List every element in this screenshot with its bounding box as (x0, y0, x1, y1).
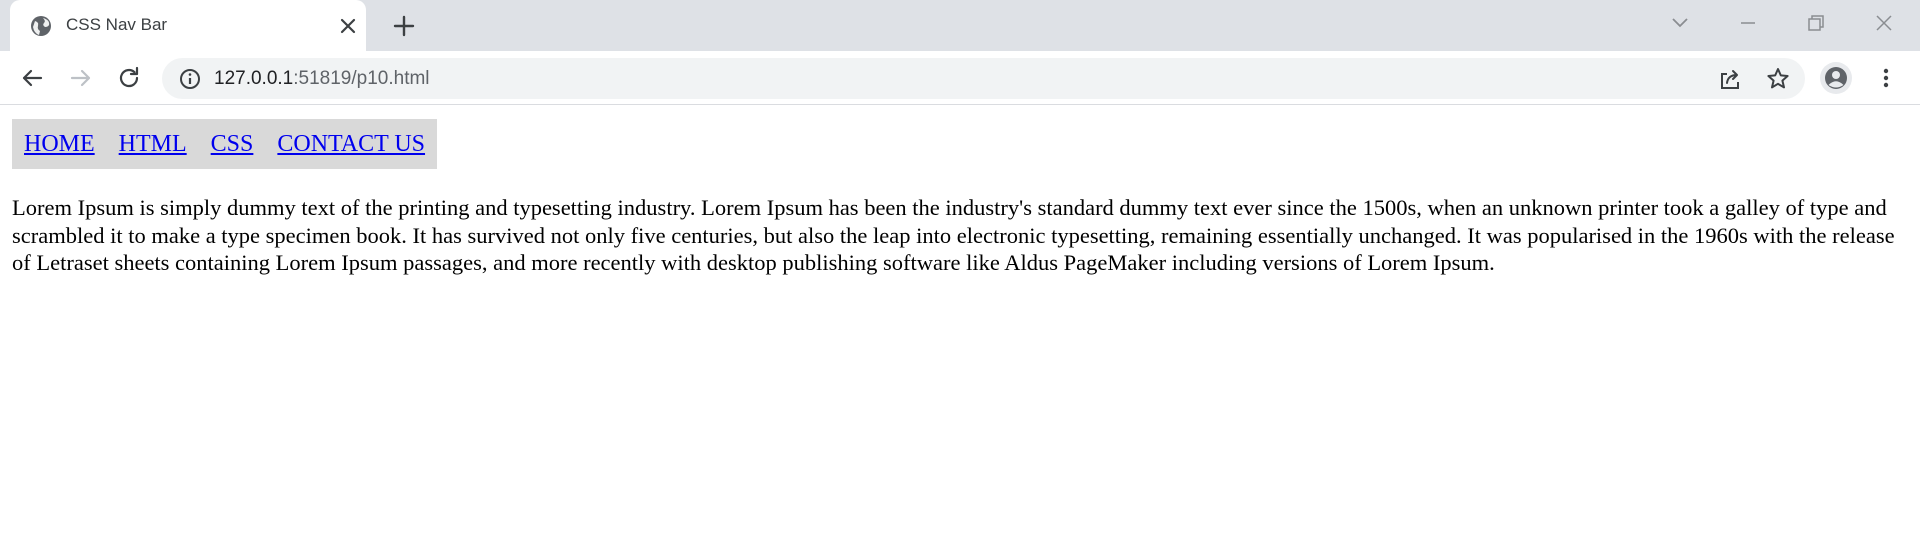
url-path: :51819/p10.html (293, 68, 430, 89)
page-viewport: HOME HTML CSS CONTACT US Lorem Ipsum is … (0, 106, 1920, 541)
body-paragraph: Lorem Ipsum is simply dummy text of the … (12, 195, 1895, 275)
url-text[interactable]: 127.0.0.1:51819/p10.html (214, 68, 430, 90)
tab-close-icon[interactable] (336, 14, 360, 38)
tab-search-chevron-down-icon[interactable] (1665, 10, 1695, 36)
url-host: 127.0.0.1 (214, 68, 294, 89)
kebab-menu-icon[interactable] (1874, 63, 1898, 93)
share-icon[interactable] (1716, 65, 1744, 93)
back-arrow-left-icon[interactable] (17, 63, 47, 93)
nav-bar: HOME HTML CSS CONTACT US (12, 119, 438, 169)
nav-link-home[interactable]: HOME (24, 131, 95, 158)
site-info-icon[interactable] (178, 67, 202, 91)
forward-arrow-right-icon[interactable] (66, 63, 96, 93)
tab-title: CSS Nav Bar (66, 15, 168, 34)
profile-avatar[interactable] (1820, 62, 1852, 94)
restore-icon[interactable] (1801, 10, 1831, 36)
profile-icon (1825, 67, 1847, 89)
bookmark-star-icon[interactable] (1764, 65, 1792, 93)
browser-toolbar: 127.0.0.1:51819/p10.html (0, 51, 1920, 105)
new-tab-plus-icon[interactable] (390, 12, 418, 40)
tab-strip: CSS Nav Bar (0, 0, 1920, 51)
browser-tab[interactable]: CSS Nav Bar (10, 0, 366, 51)
nav-link-html[interactable]: HTML (119, 131, 187, 158)
close-window-icon[interactable] (1869, 10, 1899, 36)
nav-link-contact-us[interactable]: CONTACT US (277, 131, 425, 158)
address-bar[interactable]: 127.0.0.1:51819/p10.html (162, 58, 1805, 99)
nav-link-css[interactable]: CSS (211, 131, 254, 158)
minimize-icon[interactable] (1733, 10, 1763, 36)
reload-icon[interactable] (114, 63, 144, 93)
globe-icon (31, 16, 51, 36)
